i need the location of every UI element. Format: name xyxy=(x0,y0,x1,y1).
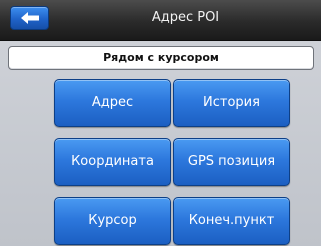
search-scope-label: Рядом с курсором xyxy=(103,51,219,64)
gps-position-button[interactable]: GPS позиция xyxy=(173,138,290,186)
search-scope-bar[interactable]: Рядом с курсором xyxy=(8,46,314,70)
title-bar: Адрес POI xyxy=(0,0,321,41)
destination-button[interactable]: Конеч.пункт xyxy=(173,197,290,245)
address-button[interactable]: Адрес xyxy=(54,79,171,127)
poi-address-screen: Адрес POI Рядом с курсором Адрес История… xyxy=(0,0,321,246)
back-button[interactable] xyxy=(10,6,49,30)
coordinate-button[interactable]: Координата xyxy=(54,138,171,186)
page-title: Адрес POI xyxy=(151,10,220,25)
arrow-left-icon xyxy=(21,12,39,24)
history-button[interactable]: История xyxy=(173,79,290,127)
cursor-button[interactable]: Курсор xyxy=(54,197,171,245)
